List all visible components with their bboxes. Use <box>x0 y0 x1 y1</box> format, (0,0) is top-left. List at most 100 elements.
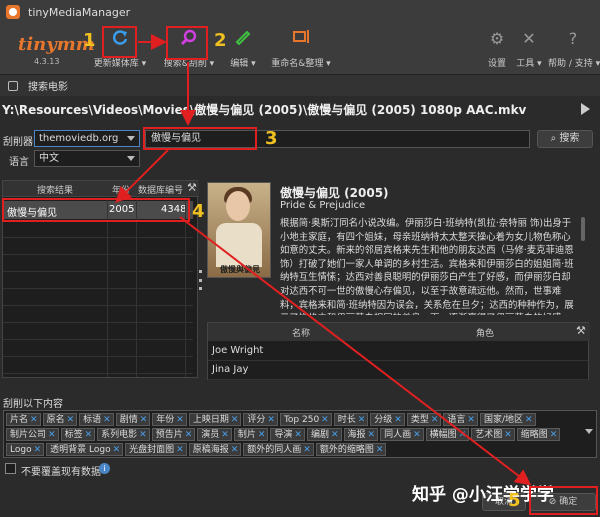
remove-tag-icon[interactable]: ✕ <box>394 415 402 425</box>
remove-tag-icon[interactable]: ✕ <box>139 430 147 440</box>
remove-tag-icon[interactable]: ✕ <box>185 430 193 440</box>
column-header-year[interactable]: 年份 <box>112 183 130 196</box>
remove-tag-icon[interactable]: ✕ <box>85 430 93 440</box>
scrape-tag[interactable]: 额外的缩略图 ✕ <box>315 443 387 456</box>
remove-tag-icon[interactable]: ✕ <box>331 430 339 440</box>
remove-tag-icon[interactable]: ✕ <box>267 415 275 425</box>
remove-tag-icon[interactable]: ✕ <box>231 445 239 455</box>
edit-button[interactable]: 编辑 ▾ <box>228 28 258 72</box>
pane-splitter[interactable] <box>199 270 203 290</box>
scrape-tag[interactable]: 缩略图 ✕ <box>516 428 561 441</box>
dialog-icon <box>8 80 18 91</box>
scrape-tag-label: 原稿海报 <box>192 445 229 455</box>
rename-tidy-button[interactable]: 重命名&整理 ▾ <box>270 28 332 72</box>
pencil-icon <box>232 28 254 50</box>
scrape-tag[interactable]: 标签 ✕ <box>60 428 96 441</box>
scrape-tag[interactable]: 标语 ✕ <box>79 413 114 426</box>
remove-tag-icon[interactable]: ✕ <box>34 445 42 455</box>
column-header-title[interactable]: 搜索结果 <box>37 183 73 196</box>
scrape-tag-label: 原名 <box>46 415 65 425</box>
scrape-tag[interactable]: 编剧 ✕ <box>306 428 342 441</box>
remove-tag-icon[interactable]: ✕ <box>30 415 38 425</box>
remove-tag-icon[interactable]: ✕ <box>525 415 533 425</box>
remove-tag-icon[interactable]: ✕ <box>221 430 229 440</box>
scraper-select[interactable]: themoviedb.org <box>34 130 140 147</box>
scrape-tag-label: 预告片 <box>155 430 183 440</box>
scrape-tag[interactable]: 系列电影 ✕ <box>97 428 150 441</box>
remove-tag-icon[interactable]: ✕ <box>303 445 311 455</box>
remove-tag-icon[interactable]: ✕ <box>368 430 376 440</box>
scrape-tag[interactable]: 类型 ✕ <box>406 413 442 426</box>
column-header-name[interactable]: 名称 <box>292 326 310 339</box>
scrape-tag[interactable]: 预告片 ✕ <box>151 428 196 441</box>
help-button[interactable]: ? 帮助 / 支持 ▾ <box>548 28 600 72</box>
annotation-number: 4 <box>192 201 205 222</box>
gear-icon: ⚙ <box>489 29 505 48</box>
scrape-tag[interactable]: 上映日期 ✕ <box>188 413 242 426</box>
scrape-tag[interactable]: 分级 ✕ <box>370 413 405 426</box>
scrape-tag[interactable]: 国家/地区 ✕ <box>479 413 536 426</box>
annotation-number: 2 <box>214 30 227 51</box>
remove-tag-icon[interactable]: ✕ <box>103 415 111 425</box>
scrape-tag[interactable]: 艺术图 ✕ <box>471 428 515 441</box>
file-path: Y:\Resources\Videos\Movies\傲慢与偏见 (2005)\… <box>2 102 527 117</box>
scrape-tag[interactable]: 语言 ✕ <box>443 413 478 426</box>
info-icon[interactable]: i <box>99 463 110 474</box>
remove-tag-icon[interactable]: ✕ <box>258 430 266 440</box>
scrape-tag[interactable]: 制片 ✕ <box>233 428 269 441</box>
wrench-icon[interactable]: ⚒ <box>187 181 197 194</box>
overwrite-checkbox[interactable] <box>5 463 16 474</box>
remove-tag-icon[interactable]: ✕ <box>113 445 121 455</box>
remove-tag-icon[interactable]: ✕ <box>231 415 239 425</box>
scrape-tag[interactable]: 制片公司 ✕ <box>6 428 59 441</box>
scrape-tag[interactable]: 原稿海报 ✕ <box>188 443 242 456</box>
remove-tag-icon[interactable]: ✕ <box>376 445 384 455</box>
search-button[interactable]: ⌕ 搜索 <box>537 130 593 148</box>
scrape-tags-field[interactable]: 片名 ✕ 原名 ✕ 标语 ✕ 剧情 ✕ 年份 ✕ 上映日期 ✕ 评分 ✕ Top 250 ✕ 时长 ✕ 分级 ✕ 类型 ✕… <box>3 410 597 458</box>
remove-tag-icon[interactable]: ✕ <box>459 430 467 440</box>
remove-tag-icon[interactable]: ✕ <box>550 430 558 440</box>
wrench-icon[interactable]: ⚒ <box>576 324 586 337</box>
remove-tag-icon[interactable]: ✕ <box>504 430 512 440</box>
table-row[interactable]: Jina Jay <box>208 361 590 380</box>
scrape-tag[interactable]: 原名 ✕ <box>42 413 78 426</box>
remove-tag-icon[interactable]: ✕ <box>176 415 184 425</box>
language-select[interactable]: 中文 <box>34 150 140 167</box>
remove-tag-icon[interactable]: ✕ <box>358 415 366 425</box>
chevron-down-icon[interactable] <box>585 429 593 434</box>
scrape-tag-label: 标签 <box>64 430 83 440</box>
remove-tag-icon[interactable]: ✕ <box>140 415 148 425</box>
scrape-tag[interactable]: 额外的同人画 ✕ <box>243 443 314 456</box>
remove-tag-icon[interactable]: ✕ <box>48 430 56 440</box>
table-row[interactable]: Joe Wright <box>208 342 590 361</box>
scrape-tag[interactable]: Top 250 ✕ <box>279 413 332 426</box>
scrape-tag[interactable]: Logo ✕ <box>6 443 45 456</box>
column-header-role[interactable]: 角色 <box>476 326 494 339</box>
remove-tag-icon[interactable]: ✕ <box>294 430 302 440</box>
cast-table: 名称 角色 ⚒ Joe Wright Jina Jay <box>207 322 590 380</box>
plot-scrollbar[interactable] <box>580 217 586 315</box>
remove-tag-icon[interactable]: ✕ <box>467 415 475 425</box>
scrape-tag[interactable]: 剧情 ✕ <box>115 413 151 426</box>
scrape-tag[interactable]: 导演 ✕ <box>270 428 305 441</box>
cast-header: 名称 角色 ⚒ <box>208 323 590 341</box>
scrape-tag[interactable]: 时长 ✕ <box>333 413 369 426</box>
remove-tag-icon[interactable]: ✕ <box>413 430 421 440</box>
scrape-tag[interactable]: 透明背景 Logo ✕ <box>46 443 124 456</box>
remove-tag-icon[interactable]: ✕ <box>176 445 184 455</box>
remove-tag-icon[interactable]: ✕ <box>67 415 75 425</box>
scrape-tag[interactable]: 光盘封面图 ✕ <box>125 443 187 456</box>
scrape-tag[interactable]: 海报 ✕ <box>343 428 379 441</box>
column-header-id[interactable]: 数据库编号 <box>138 183 183 196</box>
scrape-tag[interactable]: 横幅图 ✕ <box>425 428 470 441</box>
remove-tag-icon[interactable]: ✕ <box>431 415 439 425</box>
scrape-tag[interactable]: 评分 ✕ <box>243 413 278 426</box>
scrape-tag[interactable]: 片名 ✕ <box>6 413 41 426</box>
settings-button[interactable]: ⚙ 设置 <box>484 28 510 72</box>
play-icon[interactable] <box>581 103 590 115</box>
scrape-tag[interactable]: 年份 ✕ <box>152 413 187 426</box>
scrape-tag[interactable]: 演员 ✕ <box>197 428 232 441</box>
scrape-tag[interactable]: 同人画 ✕ <box>380 428 424 441</box>
remove-tag-icon[interactable]: ✕ <box>321 415 329 425</box>
tools-button[interactable]: ✕ 工具 ▾ <box>514 28 544 72</box>
